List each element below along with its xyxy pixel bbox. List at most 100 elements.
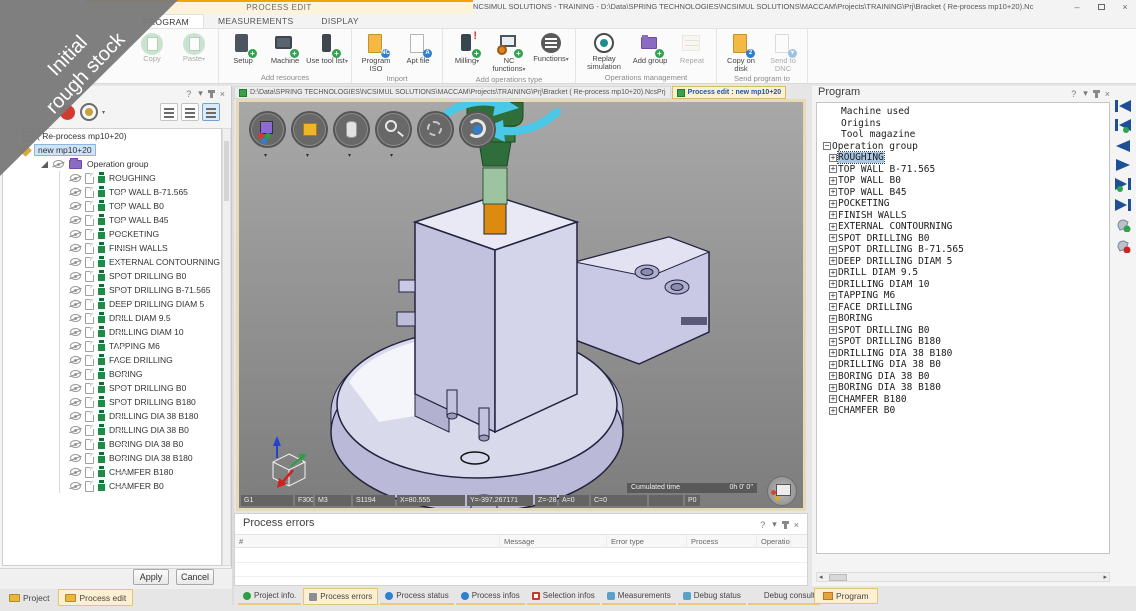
status-bar-tab[interactable]: Debug consult [748, 588, 820, 605]
program-operation-line[interactable]: + FINISH WALLS [817, 210, 1109, 222]
collapse-icon[interactable]: − [823, 142, 831, 150]
eye-hidden-icon[interactable] [70, 230, 81, 238]
program-operation-line[interactable]: + TOP WALL B-71.565 [817, 164, 1109, 176]
view-stock-button[interactable] [291, 111, 328, 148]
tree-operation-row[interactable]: TOP WALL B0 [60, 199, 221, 213]
program-operation-line[interactable]: + FACE DRILLING [817, 302, 1109, 314]
eye-hidden-icon[interactable] [70, 286, 81, 294]
expand-icon[interactable]: + [829, 395, 837, 403]
expand-icon[interactable]: + [829, 384, 837, 392]
minimize-button[interactable]: – [1070, 1, 1084, 13]
tree-root[interactable]: ( Re-process mp10+20) [3, 129, 221, 143]
send-to-dnc-button[interactable]: ▾Send to DNC [762, 30, 804, 73]
eye-hidden-icon[interactable] [70, 482, 81, 490]
eye-hidden-icon[interactable] [70, 328, 81, 336]
eye-hidden-icon[interactable] [70, 300, 81, 308]
panel-pin-icon[interactable] [1095, 90, 1098, 98]
expand-icon[interactable]: + [829, 246, 837, 254]
eye-hidden-icon[interactable] [70, 426, 81, 434]
tree-operation-row[interactable]: TOP WALL B45 [60, 213, 221, 227]
setup-button[interactable]: Setup [222, 30, 264, 72]
program-static-line[interactable]: Machine used [817, 106, 1109, 118]
program-operation-line[interactable]: + CHAMFER B0 [817, 405, 1109, 417]
eye-hidden-icon[interactable] [70, 216, 81, 224]
tree-scrollbar[interactable] [222, 128, 231, 566]
program-operation-line[interactable]: + SPOT DRILLING B180 [817, 336, 1109, 348]
record-icon[interactable] [60, 105, 75, 120]
close-button[interactable]: × [1118, 1, 1132, 13]
program-static-line[interactable]: Tool magazine [817, 129, 1109, 141]
add-tool-marker-button[interactable] [1116, 218, 1131, 232]
tree-operation-row[interactable]: BORING DIA 38 B180 [60, 451, 221, 465]
expand-icon[interactable]: + [829, 211, 837, 219]
eye-hidden-icon[interactable] [70, 258, 81, 266]
status-bar-tab[interactable]: Process status [380, 588, 453, 605]
document-tab[interactable]: D:\Data\SPRING TECHNOLOGIES\NCSIMUL SOLU… [234, 86, 671, 99]
apply-button[interactable]: Apply [133, 569, 169, 585]
machine-status-icon[interactable] [767, 476, 797, 506]
chevron-down-icon[interactable]: ▾ [348, 152, 351, 159]
tree-operation-row[interactable]: BORING [60, 367, 221, 381]
panel-pin-icon[interactable] [784, 521, 787, 529]
view-list-button[interactable] [160, 103, 178, 121]
tree-operation-row[interactable]: BORING DIA 38 B0 [60, 437, 221, 451]
expand-icon[interactable]: + [829, 177, 837, 185]
expand-icon[interactable]: + [829, 234, 837, 242]
tree-operation-row[interactable]: SPOT DRILLING B0 [60, 381, 221, 395]
program-operation-line[interactable]: + POCKETING [817, 198, 1109, 210]
tree-operation-row[interactable]: DRILLING DIA 38 B180 [60, 409, 221, 423]
expand-icon[interactable]: + [829, 407, 837, 415]
refresh-view-button[interactable] [459, 111, 496, 148]
panel-close-icon[interactable]: × [220, 89, 225, 99]
eye-hidden-icon[interactable] [70, 440, 81, 448]
expand-icon[interactable]: + [829, 154, 837, 162]
tree-operation-row[interactable]: EXTERNAL CONTOURNING [60, 255, 221, 269]
tree-operation-row[interactable]: DRILLING DIA 38 B0 [60, 423, 221, 437]
program-iso-button[interactable]: NCProgram ISO [355, 30, 397, 73]
use-tool-list-button[interactable]: Use tool list [306, 30, 348, 72]
status-bar-tab[interactable]: Project info. [238, 588, 301, 605]
ribbon-tab[interactable]: DISPLAY [307, 14, 372, 28]
error-column-header[interactable]: Process [687, 535, 757, 547]
scrollbar-thumb[interactable] [829, 574, 847, 581]
view-detail-button[interactable] [181, 103, 199, 121]
expand-icon[interactable]: + [829, 372, 837, 380]
tree-operation-row[interactable]: DRILLING DIAM 10 [60, 325, 221, 339]
tree-operation-row[interactable]: TOP WALL B-71.565 [60, 185, 221, 199]
panel-help-icon[interactable]: ? [760, 520, 765, 530]
tree-operation-row[interactable]: SPOT DRILLING B0 [60, 269, 221, 283]
program-static-line[interactable]: Origins [817, 118, 1109, 130]
eye-hidden-icon[interactable] [70, 314, 81, 322]
step-back-tool-button[interactable] [1115, 119, 1131, 133]
expand-icon[interactable]: + [829, 257, 837, 265]
program-operation-line[interactable]: + TOP WALL B45 [817, 187, 1109, 199]
view-compact-button[interactable] [202, 103, 220, 121]
functions-button[interactable]: Functions [530, 30, 572, 74]
expand-icon[interactable]: + [829, 361, 837, 369]
program-operation-line[interactable]: + BORING [817, 313, 1109, 325]
bottom-panel-tab[interactable]: Project [2, 589, 56, 606]
tree-node-selected[interactable]: new mp10+20 [3, 143, 221, 157]
expand-icon[interactable]: + [829, 315, 837, 323]
status-bar-tab[interactable]: Process infos [456, 588, 525, 605]
eye-hidden-icon[interactable] [70, 272, 81, 280]
eye-hidden-icon[interactable] [70, 202, 81, 210]
tree-group-row[interactable]: Operation group [3, 157, 221, 171]
zoom-button[interactable] [375, 111, 412, 148]
tree-operation-row[interactable]: FINISH WALLS [60, 241, 221, 255]
copy-on-disk-button[interactable]: 2Copy on disk [720, 30, 762, 73]
ribbon-tab[interactable]: MEASUREMENTS [204, 14, 307, 28]
program-operation-line[interactable]: + TAPPING M6 [817, 290, 1109, 302]
tree-operation-row[interactable]: ROUGHING [60, 171, 221, 185]
horizontal-scrollbar[interactable]: ◂ ▸ [816, 572, 1110, 582]
tree-operation-row[interactable]: CHAMFER B180 [60, 465, 221, 479]
program-operation-line[interactable]: + SPOT DRILLING B-71.565 [817, 244, 1109, 256]
eye-hidden-icon[interactable] [70, 174, 81, 182]
error-column-header[interactable]: Error type [607, 535, 687, 547]
panel-dropdown-icon[interactable]: ▾ [772, 519, 777, 530]
program-operation-line[interactable]: + TOP WALL B0 [817, 175, 1109, 187]
remove-tool-marker-button[interactable] [1116, 239, 1131, 253]
replay-simulation-button[interactable]: Replay simulation [579, 30, 629, 72]
cancel-button[interactable]: Cancel [176, 569, 214, 585]
apt-file-button[interactable]: AApt file [397, 30, 439, 73]
